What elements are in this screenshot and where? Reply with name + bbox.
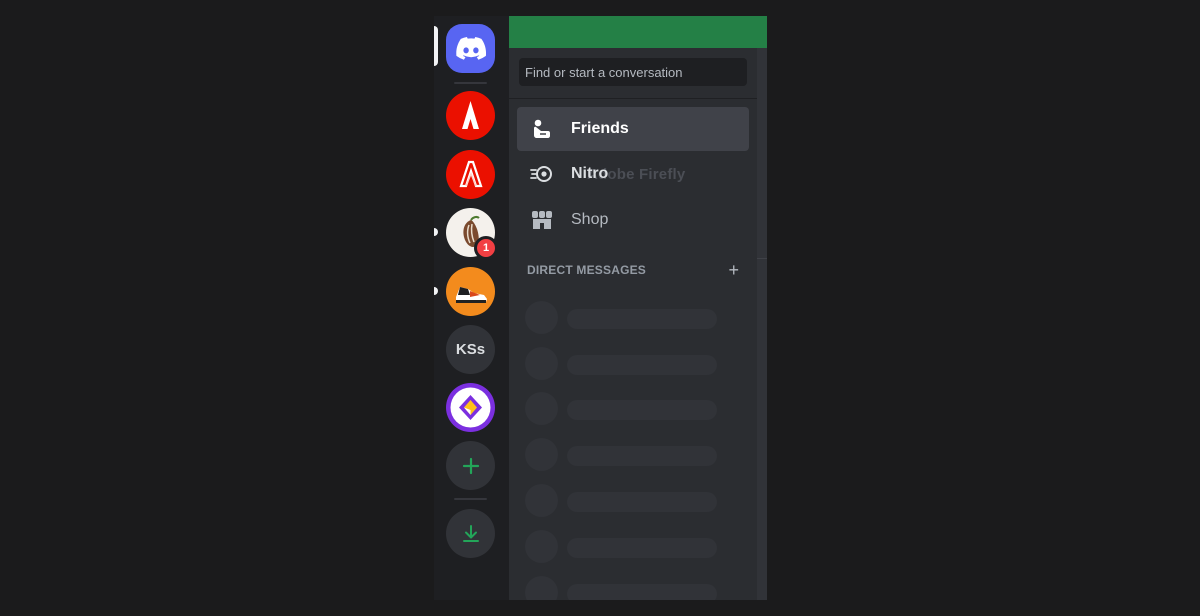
discord-app: 1 KSs Find or start a conversation Frien…	[434, 16, 767, 600]
dm-placeholder-row	[525, 347, 725, 383]
friends-icon	[530, 117, 554, 141]
dm-placeholder-row	[525, 576, 725, 600]
nav-friends[interactable]: Friends	[517, 107, 749, 151]
dm-section-title: DIRECT MESSAGES	[527, 263, 647, 277]
placeholder-text	[567, 309, 717, 329]
plus-icon	[462, 457, 479, 474]
rail-separator	[454, 82, 487, 84]
dm-section-header: DIRECT MESSAGES +	[527, 261, 739, 279]
adobe-firefly-icon	[459, 160, 483, 188]
search-input[interactable]	[519, 58, 747, 86]
server-kss-label: KSs	[455, 341, 486, 358]
server-sneaker[interactable]	[446, 267, 495, 316]
placeholder-text	[567, 584, 717, 600]
placeholder-avatar	[525, 530, 558, 563]
adobe-logo-icon	[462, 101, 479, 129]
mention-badge: 1	[474, 236, 498, 260]
server-purple[interactable]	[446, 383, 495, 432]
download-apps-button[interactable]	[446, 509, 495, 558]
placeholder-avatar	[525, 347, 558, 380]
dm-placeholder-row	[525, 301, 725, 337]
home-button[interactable]	[446, 24, 495, 73]
placeholder-avatar	[525, 576, 558, 600]
placeholder-avatar	[525, 484, 558, 517]
nav-shop-label: Shop	[571, 211, 609, 228]
dm-placeholder-row	[525, 530, 725, 566]
nav-nitro-label: Nitro	[571, 165, 609, 182]
selected-server-indicator	[434, 26, 438, 66]
server-rail: 1 KSs	[434, 16, 509, 600]
placeholder-avatar	[525, 438, 558, 471]
server-kss[interactable]: KSs	[446, 325, 495, 374]
discord-logo-icon	[455, 37, 486, 60]
download-icon	[462, 524, 479, 542]
placeholder-text	[567, 492, 717, 512]
purple-logo-icon	[450, 387, 491, 428]
placeholder-avatar	[525, 301, 558, 334]
placeholder-text	[567, 538, 717, 558]
nav-nitro[interactable]: Nitro	[517, 152, 749, 196]
nav-shop[interactable]: Shop	[517, 198, 749, 242]
search-bar-container	[509, 48, 757, 99]
rail-separator	[454, 498, 487, 500]
shop-icon	[530, 208, 554, 232]
top-notice-bar	[509, 16, 767, 48]
server-adobe-firefly[interactable]	[446, 150, 495, 199]
placeholder-text	[567, 400, 717, 420]
unread-indicator	[434, 287, 438, 295]
sneaker-icon	[455, 286, 487, 303]
scroll-gutter	[757, 48, 767, 600]
create-dm-button[interactable]: +	[728, 261, 739, 279]
nitro-icon	[530, 162, 554, 186]
placeholder-text	[567, 446, 717, 466]
nav-friends-label: Friends	[571, 120, 629, 137]
server-adobe[interactable]	[446, 91, 495, 140]
add-server-button[interactable]	[446, 441, 495, 490]
dm-placeholder-row	[525, 392, 725, 428]
dm-sidebar: Friends Adobe Firefly Nitro	[509, 16, 767, 600]
unread-indicator	[434, 228, 438, 236]
placeholder-avatar	[525, 392, 558, 425]
dm-placeholder-row	[525, 438, 725, 474]
server-pepper[interactable]: 1	[446, 208, 498, 260]
dm-placeholder-row	[525, 484, 725, 520]
placeholder-text	[567, 355, 717, 375]
divider	[757, 258, 767, 259]
